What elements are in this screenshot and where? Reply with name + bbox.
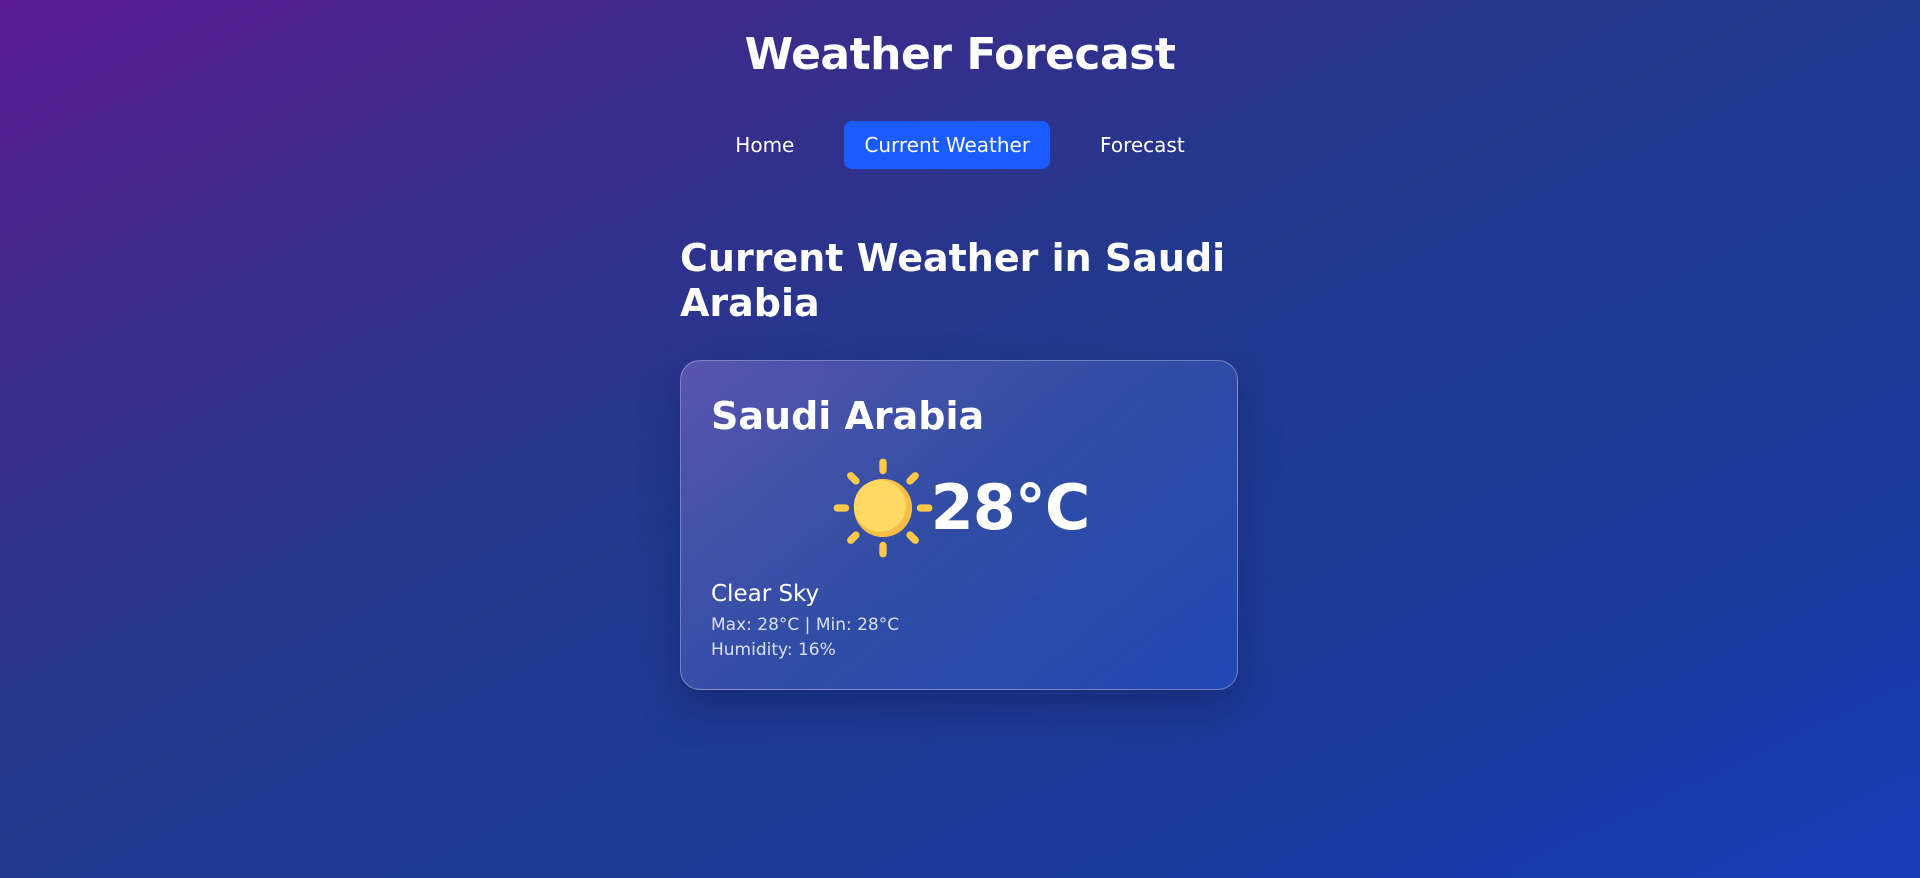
sun-icon — [833, 458, 933, 558]
main-nav: Home Current Weather Forecast — [0, 121, 1920, 169]
nav-home[interactable]: Home — [715, 121, 814, 169]
nav-forecast[interactable]: Forecast — [1080, 121, 1205, 169]
site-title: Weather Forecast — [744, 29, 1176, 80]
card-city-name: Saudi Arabia — [711, 394, 985, 438]
humidity-value: Humidity: 16% — [711, 640, 836, 660]
temperature-value: 28°C — [930, 471, 1091, 544]
weather-main: 28°C — [681, 456, 1239, 560]
weather-condition: Clear Sky — [711, 581, 820, 607]
nav-current-weather[interactable]: Current Weather — [844, 121, 1051, 169]
max-min-temperature: Max: 28°C | Min: 28°C — [711, 615, 900, 635]
page-heading: Current Weather in Saudi Arabia — [680, 236, 1226, 325]
weather-card: Saudi Arabia 28°C Clear Sky Max: 28°C | … — [680, 360, 1238, 690]
